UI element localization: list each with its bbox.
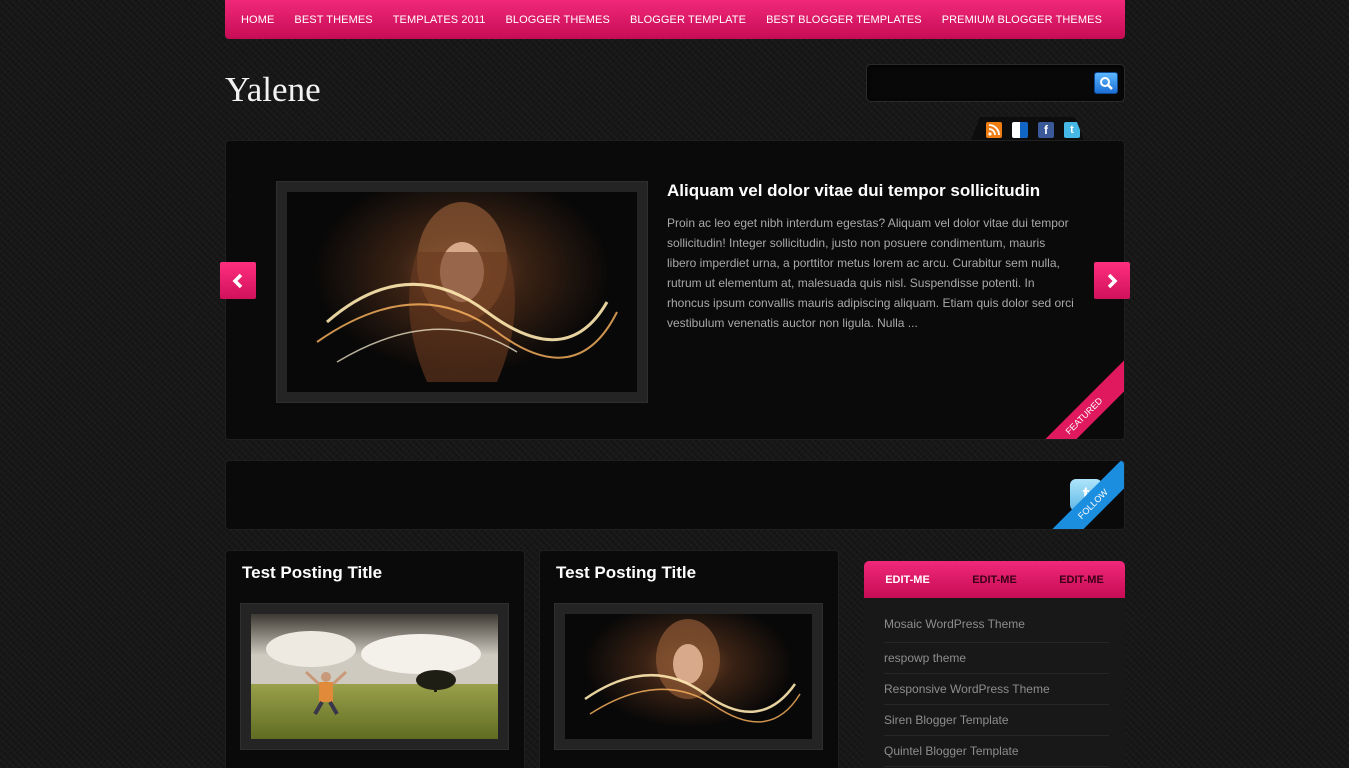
slider-next-button[interactable] <box>1094 262 1130 299</box>
nav-home[interactable]: HOME <box>241 14 274 26</box>
slide-image[interactable] <box>287 192 637 392</box>
slide-excerpt: Proin ac leo eget nibh interdum egestas?… <box>667 216 1074 330</box>
chevron-right-icon <box>1107 273 1118 288</box>
nav-templates-2011[interactable]: TEMPLATES 2011 <box>393 14 486 26</box>
top-navigation: HOME BEST THEMES TEMPLATES 2011 BLOGGER … <box>225 0 1125 39</box>
tab-edit-me-1[interactable]: EDIT-ME <box>864 574 951 586</box>
chevron-left-icon <box>232 273 243 288</box>
sidebar-link[interactable]: Mosaic WordPress Theme <box>884 614 1109 643</box>
sidebar-link[interactable]: Quintel Blogger Template <box>884 736 1109 767</box>
slide-image-frame <box>276 181 648 403</box>
post-image-frame <box>240 603 509 750</box>
post-title[interactable]: Test Posting Title <box>242 563 382 583</box>
nav-blogger-template[interactable]: BLOGGER TEMPLATE <box>630 14 746 26</box>
post-card: Test Posting Title <box>539 550 839 768</box>
nav-premium-blogger-themes[interactable]: PREMIUM BLOGGER THEMES <box>942 14 1102 26</box>
slide-title[interactable]: Aliquam vel dolor vitae dui tempor solli… <box>667 181 1087 201</box>
search-box <box>866 64 1125 102</box>
slider-prev-button[interactable] <box>220 262 256 299</box>
post-image[interactable] <box>251 614 498 739</box>
sidebar-link[interactable]: Responsive WordPress Theme <box>884 674 1109 705</box>
search-icon <box>1100 77 1113 90</box>
twitter-icon[interactable]: t <box>1064 122 1080 138</box>
facebook-icon[interactable]: f <box>1038 122 1054 138</box>
sidebar-tabs: EDIT-ME EDIT-ME EDIT-ME <box>864 561 1125 598</box>
featured-ribbon: FEATURED <box>1026 358 1124 439</box>
tab-edit-me-2[interactable]: EDIT-ME <box>951 574 1038 586</box>
tab-edit-me-3[interactable]: EDIT-ME <box>1038 574 1125 586</box>
post-title[interactable]: Test Posting Title <box>556 563 696 583</box>
post-image-frame <box>554 603 823 750</box>
featured-slider: Aliquam vel dolor vitae dui tempor solli… <box>225 140 1125 440</box>
sidebar-widget: EDIT-ME EDIT-ME EDIT-ME Mosaic WordPress… <box>864 561 1125 768</box>
site-title[interactable]: Yalene <box>225 70 321 110</box>
nav-blogger-themes[interactable]: BLOGGER THEMES <box>505 14 610 26</box>
search-button[interactable] <box>1094 72 1118 94</box>
delicious-icon[interactable] <box>1012 122 1028 138</box>
sidebar-link[interactable]: respowp theme <box>884 643 1109 674</box>
nav-best-themes[interactable]: BEST THEMES <box>294 14 372 26</box>
search-input[interactable] <box>875 73 1085 95</box>
post-image[interactable] <box>565 614 812 739</box>
follow-ribbon[interactable]: FOLLOW <box>1046 461 1124 529</box>
nav-best-blogger-templates[interactable]: BEST BLOGGER TEMPLATES <box>766 14 922 26</box>
sidebar-link-list: Mosaic WordPress Theme respowp theme Res… <box>864 598 1125 767</box>
sidebar-link[interactable]: Siren Blogger Template <box>884 705 1109 736</box>
rss-icon[interactable] <box>986 122 1002 138</box>
twitter-bar: t FOLLOW <box>225 460 1125 530</box>
post-card: Test Posting Title <box>225 550 525 768</box>
